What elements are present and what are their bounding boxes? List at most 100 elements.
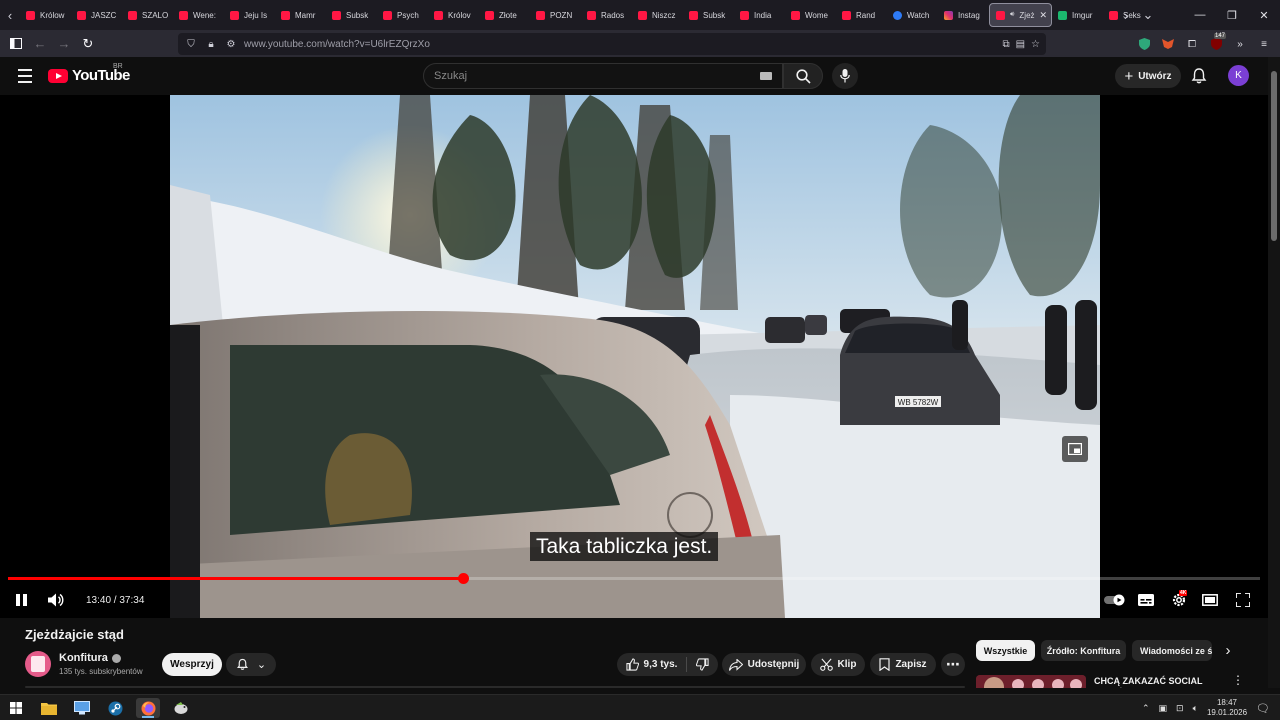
minimize-window-button[interactable]: — [1184, 0, 1216, 30]
firefox-icon[interactable] [136, 698, 160, 718]
video-player[interactable]: WB 5782W Taka tabliczka jest. 13:40 / 37… [0, 95, 1268, 618]
vpn-shield-icon[interactable] [1136, 36, 1152, 52]
recommended-video-thumbnail[interactable] [976, 675, 1086, 688]
browser-tab[interactable]: Złote [479, 3, 530, 27]
clip-button[interactable]: Klip [811, 653, 865, 676]
like-button[interactable]: 9,3 tys. [625, 658, 677, 671]
ublock-icon[interactable]: 147 [1208, 33, 1227, 52]
network-icon[interactable]: ⊡ [1176, 703, 1184, 714]
tray-app-icon[interactable]: ▣ [1159, 703, 1168, 714]
join-button[interactable]: Wesprzyj [162, 653, 222, 676]
browser-tab[interactable]: Królov [428, 3, 479, 27]
chips-next-chevron-icon[interactable]: › [1218, 640, 1238, 661]
show-hidden-icons-chevron-icon[interactable]: ⌃ [1142, 703, 1150, 714]
recommended-video-title[interactable]: CHCĄ ZAKAZAĆ SOCIAL MEDIÓW DZIECIOM [1094, 675, 1224, 688]
browser-tab[interactable]: Instag [938, 3, 989, 27]
permissions-icon[interactable]: ⚙︎ [224, 39, 238, 50]
fullscreen-button[interactable] [1233, 585, 1253, 615]
browser-tab[interactable]: Subsk [683, 3, 734, 27]
windows-start-icon[interactable] [4, 698, 28, 718]
more-actions-button[interactable]: ⋯ [941, 653, 965, 676]
reload-button[interactable]: ↻ [76, 32, 100, 56]
subscription-notifications-button[interactable]: ⌄ [226, 653, 276, 676]
taskbar-clock[interactable]: 18:47 19.01.2026 [1207, 698, 1247, 718]
settings-button[interactable]: 4K [1168, 585, 1190, 615]
browser-tab[interactable]: Królow [20, 3, 71, 27]
scrollbar-thumb[interactable] [1271, 71, 1277, 241]
speaker-icon[interactable]: 🔈︎ [1193, 703, 1198, 714]
steam-icon[interactable] [103, 698, 127, 718]
notifications-center-icon[interactable]: 🗨︎ [1256, 702, 1270, 715]
browser-tab[interactable]: Niszcz [632, 3, 683, 27]
page-scrollbar[interactable] [1268, 57, 1280, 688]
pause-button[interactable] [10, 585, 32, 615]
chip-from-channel[interactable]: Źródło: Konfitura [1041, 640, 1126, 661]
miniplayer-overlay-button[interactable] [1062, 436, 1088, 462]
tab-audio-icon[interactable]: 🔊︎ [1010, 11, 1014, 19]
browser-tab[interactable]: JASZC [71, 3, 122, 27]
url-text[interactable]: www.youtube.com/watch?v=U6lrEZQrzXo [244, 39, 430, 50]
search-input[interactable]: Szukaj [423, 63, 783, 89]
extension-fox-icon[interactable] [1160, 36, 1176, 52]
browser-tab[interactable]: Rados [581, 3, 632, 27]
guide-menu-icon[interactable] [14, 65, 36, 87]
browser-tab[interactable]: India [734, 3, 785, 27]
browser-tab[interactable]: Wome [785, 3, 836, 27]
autoplay-toggle[interactable] [1103, 585, 1127, 615]
browser-tab[interactable]: Rand [836, 3, 887, 27]
theater-mode-button[interactable] [1200, 585, 1220, 615]
close-tab-icon[interactable]: ✕ [1040, 10, 1048, 21]
extensions-puzzle-icon[interactable]: ⧠ [1184, 36, 1200, 52]
verified-badge-icon [111, 653, 121, 663]
channel-avatar[interactable] [25, 651, 51, 677]
browser-tab[interactable]: SZALO [122, 3, 173, 27]
keyboard-icon[interactable] [760, 72, 772, 80]
browser-tab[interactable]: Jeju Is [224, 3, 275, 27]
create-button[interactable]: + Utwórz [1115, 64, 1181, 88]
youtube-favicon-icon [230, 10, 239, 20]
browser-tab[interactable]: Wene: [173, 3, 224, 27]
browser-tab[interactable]: Psych [377, 3, 428, 27]
address-bar[interactable]: ⛉ 🔒︎ ⚙︎ www.youtube.com/watch?v=U6lrEZQr… [178, 33, 1046, 55]
browser-tab[interactable]: Watch [887, 3, 938, 27]
forward-button[interactable]: → [52, 32, 76, 56]
browser-tab[interactable]: Mamr [275, 3, 326, 27]
file-explorer-icon[interactable] [37, 698, 61, 718]
browser-tab[interactable]: 🔊︎ Zjeż ✕ [989, 3, 1052, 27]
more-tools-icon[interactable]: » [1232, 36, 1248, 52]
channel-name-link[interactable]: Konfitura [59, 652, 121, 664]
progress-bar[interactable] [8, 573, 1260, 584]
volume-button[interactable] [45, 585, 67, 615]
browser-tab[interactable]: Subsk [326, 3, 377, 27]
subtitles-button[interactable] [1136, 585, 1156, 615]
search-button[interactable] [783, 63, 823, 89]
browser-tab[interactable]: POZN [530, 3, 581, 27]
app-menu-icon[interactable]: ≡ [1256, 36, 1272, 52]
sidebar-toggle-icon[interactable] [4, 32, 28, 56]
close-window-button[interactable]: ✕ [1248, 0, 1280, 30]
recommendation-menu-icon[interactable]: ⋮ [1232, 673, 1244, 688]
tab-label: Jeju Is [244, 10, 268, 20]
tabs-scroll-left-icon[interactable]: ‹ [0, 0, 20, 30]
reader-view-icon[interactable]: ▤ [1016, 39, 1025, 50]
browser-tab[interactable]: Imgur [1052, 3, 1103, 27]
bookmark-star-icon[interactable]: ☆ [1031, 39, 1040, 50]
tabs-scroll-right-icon[interactable]: › [1116, 0, 1136, 30]
voice-search-button[interactable] [832, 63, 858, 89]
lock-icon[interactable]: 🔒︎ [204, 39, 218, 50]
picture-in-picture-icon[interactable]: ⧉ [1002, 39, 1009, 50]
chip-all[interactable]: Wszystkie [976, 640, 1035, 661]
restore-window-button[interactable]: ❐ [1216, 0, 1248, 30]
app-bird-icon[interactable] [169, 698, 193, 718]
list-all-tabs-icon[interactable]: ⌄ [1138, 0, 1158, 30]
save-button[interactable]: Zapisz [870, 653, 936, 676]
youtube-logo[interactable]: YouTube BR [48, 63, 130, 84]
back-button[interactable]: ← [28, 32, 52, 56]
tracking-shield-icon[interactable]: ⛉ [184, 39, 198, 50]
remote-desktop-icon[interactable] [70, 698, 94, 718]
account-avatar[interactable]: K [1228, 65, 1249, 86]
chip-world-news[interactable]: Wiadomości ze świata [1132, 640, 1212, 661]
notifications-bell-icon[interactable] [1190, 67, 1208, 85]
dislike-button[interactable] [696, 658, 710, 671]
share-button[interactable]: Udostępnij [722, 653, 806, 676]
